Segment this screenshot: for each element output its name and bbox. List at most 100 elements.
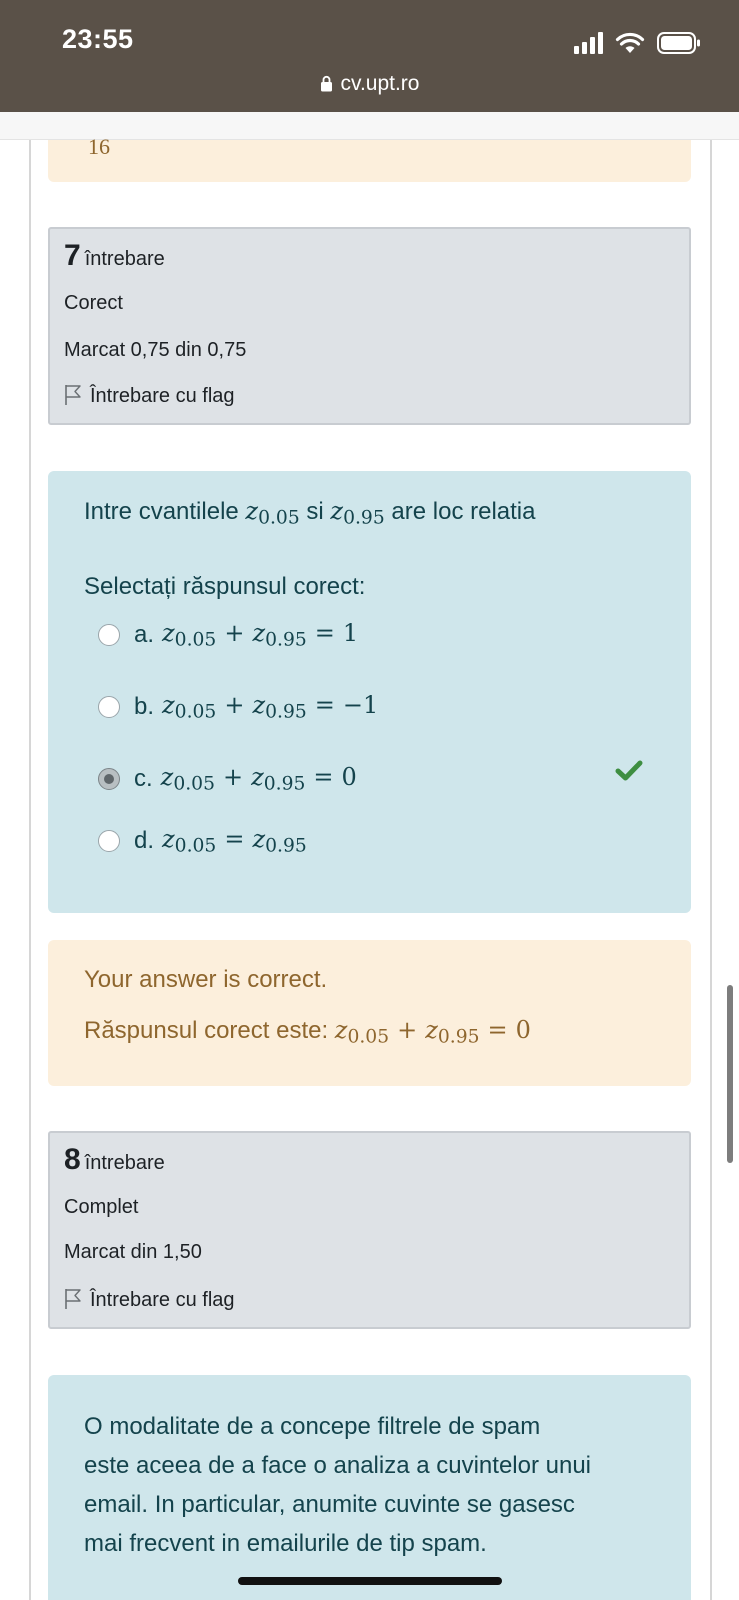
- math-equals: =: [313, 763, 334, 792]
- answer-option-a[interactable]: a. z0.05 + z0.95 = 1: [98, 615, 358, 655]
- math-sub: 0.95: [265, 701, 307, 723]
- math-var: z: [162, 825, 175, 854]
- wifi-icon: [615, 32, 645, 53]
- question-7-info: 7 întrebare Corect Marcat 0,75 din 0,75 Î…: [48, 227, 691, 425]
- option-formula: z0.05 + z0.95 = 1: [162, 619, 358, 651]
- flag-question-link[interactable]: Întrebare cu flag: [64, 384, 235, 408]
- question-mark: Marcat 0,75 din 0,75: [64, 339, 247, 361]
- question-text-suffix: are loc relatia: [391, 498, 536, 525]
- correct-answer-label: Răspunsul corect este:: [84, 1017, 329, 1044]
- math-sub: 0.95: [265, 835, 307, 857]
- option-letter: c.: [134, 765, 153, 792]
- option-formula: z0.05 = z0.95: [162, 825, 307, 857]
- lock-icon: [320, 75, 332, 92]
- correct-answer-formula: z0.05 + z0.95 = 0: [334, 1016, 531, 1048]
- flag-label: Întrebare cu flag: [90, 1289, 235, 1311]
- math-rhs: 0: [515, 1016, 531, 1044]
- question-8-formulation: O modalitate de a concepe filtrele de sp…: [48, 1375, 691, 1600]
- radio-button-b[interactable]: [98, 696, 120, 718]
- flag-icon: [65, 1289, 81, 1309]
- math-sub: 0.05: [174, 835, 217, 857]
- math-rhs: 0: [341, 763, 357, 792]
- math-var: z: [160, 763, 174, 792]
- math-var: z: [330, 497, 344, 525]
- math-var: z: [162, 619, 175, 648]
- math-equals: =: [224, 825, 245, 854]
- question-mark: Marcat din 1,50: [64, 1241, 202, 1263]
- math-sub: 0.95: [437, 1026, 480, 1048]
- address-bar[interactable]: cv.upt.ro: [0, 72, 739, 96]
- flag-icon: [65, 385, 81, 405]
- option-formula: z0.05 + z0.95 = 0: [161, 763, 357, 795]
- option-letter: d.: [134, 827, 155, 854]
- previous-question-feedback: 16: [48, 134, 691, 182]
- question-number: 8 întrebare: [64, 1143, 165, 1177]
- question-text-mid: si: [306, 498, 324, 525]
- math-equals: =: [314, 619, 335, 648]
- feedback-fragment: 16: [88, 134, 110, 159]
- option-formula: z0.05 + z0.95 = −1: [162, 691, 378, 723]
- question-state: Complet: [64, 1196, 139, 1218]
- question-number: 7 întrebare: [64, 239, 165, 273]
- question-text-line-4: mai frecvent in emailurile de tip spam.: [84, 1530, 487, 1557]
- option-letter: b.: [134, 693, 155, 720]
- math-sub: 0.95: [263, 773, 306, 795]
- math-var: z: [252, 619, 266, 648]
- correct-answer: Răspunsul corect este: z0.05 + z0.95 = 0: [84, 1016, 531, 1048]
- math-plus: +: [222, 763, 244, 792]
- clock: 23:55: [62, 24, 134, 54]
- home-indicator[interactable]: [238, 1577, 502, 1585]
- math-plus: +: [397, 1016, 418, 1044]
- status-icons: [574, 28, 701, 54]
- question-text: Intre cvantilele z0.05 si z0.95 are loc …: [84, 497, 535, 529]
- answer-prompt: Selectați răspunsul corect:: [84, 573, 366, 600]
- answer-option-d[interactable]: d. z0.05 = z0.95: [98, 821, 307, 861]
- question-7-feedback: Your answer is correct. Răspunsul corect…: [48, 940, 691, 1086]
- flag-label: Întrebare cu flag: [90, 385, 235, 407]
- question-text-line-3: email. In particular, anumite cuvinte se…: [84, 1491, 575, 1518]
- math-z-095: z0.95: [330, 497, 384, 529]
- math-sub: 0.05: [258, 507, 300, 529]
- feedback-correct: Your answer is correct.: [84, 966, 328, 993]
- radio-button-a[interactable]: [98, 624, 120, 646]
- question-text-line-2: este aceea de a face o analiza a cuvinte…: [84, 1452, 592, 1479]
- question-7-formulation: Intre cvantilele z0.05 si z0.95 are loc …: [48, 471, 691, 913]
- page-scrollbar[interactable]: [727, 985, 733, 1163]
- battery-icon: [657, 32, 700, 54]
- math-rhs: 1: [342, 619, 359, 648]
- radio-button-d[interactable]: [98, 830, 120, 852]
- math-var: z: [245, 497, 259, 525]
- math-var: z: [251, 763, 264, 792]
- browser-status-bar: 23:55 cv.upt.ro: [0, 0, 739, 112]
- math-rhs: −1: [342, 691, 379, 720]
- question-8-info: 8 întrebare Complet Marcat din 1,50 Între…: [48, 1131, 691, 1329]
- question-state: Corect: [64, 292, 123, 314]
- answer-option-b[interactable]: b. z0.05 + z0.95 = −1: [98, 687, 378, 727]
- question-label: întrebare: [84, 1152, 165, 1174]
- option-letter: a.: [134, 621, 155, 648]
- math-equals: =: [487, 1016, 508, 1044]
- answer-option-c[interactable]: c. z0.05 + z0.95 = 0: [98, 759, 357, 799]
- math-z-005: z0.05: [245, 497, 299, 529]
- math-equals: =: [314, 691, 335, 720]
- toolbar-shadow: [0, 112, 739, 140]
- math-var: z: [162, 691, 175, 720]
- math-plus: +: [224, 691, 245, 720]
- math-sub: 0.05: [173, 773, 215, 795]
- flag-question-link[interactable]: Întrebare cu flag: [64, 1288, 235, 1312]
- math-var: z: [252, 825, 266, 854]
- math-var: z: [334, 1016, 348, 1044]
- question-number-value: 7: [64, 239, 81, 272]
- math-sub: 0.05: [174, 629, 217, 651]
- cellular-signal-icon: [574, 32, 603, 54]
- math-sub: 0.05: [174, 701, 217, 723]
- math-plus: +: [224, 619, 245, 648]
- question-label: întrebare: [84, 248, 165, 270]
- math-var: z: [425, 1016, 438, 1044]
- url-text: cv.upt.ro: [340, 72, 420, 95]
- radio-button-c-selected[interactable]: [98, 768, 120, 790]
- question-number-value: 8: [64, 1143, 81, 1176]
- question-text-line-1: O modalitate de a concepe filtrele de sp…: [84, 1413, 541, 1440]
- question-text-prefix: Intre cvantilele: [84, 498, 239, 525]
- math-var: z: [252, 691, 266, 720]
